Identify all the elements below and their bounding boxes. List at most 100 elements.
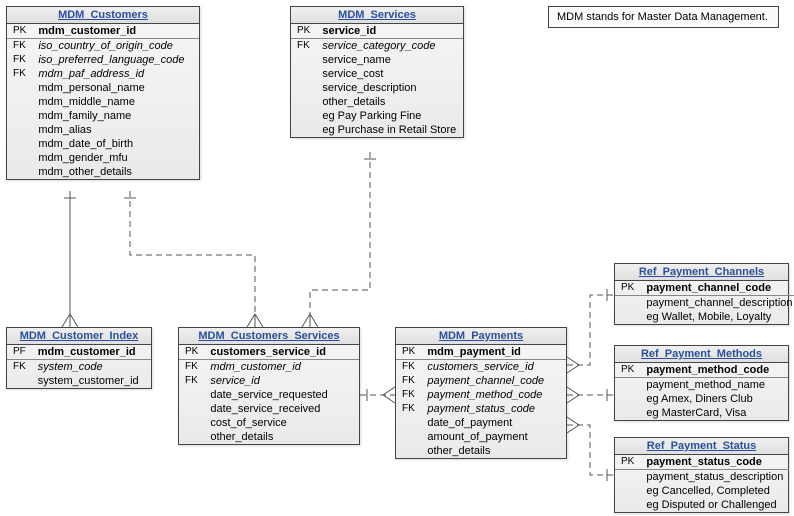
key-indicator: [615, 296, 640, 310]
column-name: other_details: [204, 430, 359, 444]
key-indicator: [291, 123, 316, 137]
key-indicator: [7, 374, 32, 388]
column-name: mdm_customer_id: [204, 360, 359, 374]
column-name: date_of_payment: [421, 416, 566, 430]
key-indicator: [396, 430, 421, 444]
entity-row: FKiso_preferred_language_code: [7, 53, 199, 67]
entity-row: PFmdm_customer_id: [7, 345, 151, 359]
entity-title: MDM_Customer_Index: [7, 328, 151, 345]
entity-row: mdm_family_name: [7, 109, 199, 123]
entity-row: PKmdm_customer_id: [7, 24, 199, 38]
key-indicator: FK: [7, 53, 32, 67]
entity-mdm-customers-services: MDM_Customers_Services PKcustomers_servi…: [178, 327, 360, 445]
entity-row: other_details: [179, 430, 359, 444]
entity-row: PKservice_id: [291, 24, 463, 38]
key-indicator: FK: [179, 360, 204, 374]
entity-row: date_service_requested: [179, 388, 359, 402]
column-name: amount_of_payment: [421, 430, 566, 444]
key-indicator: PK: [291, 24, 316, 38]
column-name: eg Disputed or Challenged: [640, 498, 789, 512]
key-indicator: [7, 137, 32, 151]
key-indicator: FK: [7, 360, 32, 374]
key-indicator: [291, 95, 316, 109]
entity-title: MDM_Customers: [7, 7, 199, 24]
entity-mdm-customers: MDM_Customers PKmdm_customer_idFKiso_cou…: [6, 6, 200, 180]
entity-body: PKcustomers_service_idFKmdm_customer_idF…: [179, 345, 359, 444]
entity-row: payment_status_description: [615, 470, 789, 484]
key-indicator: [615, 378, 640, 392]
key-indicator: FK: [291, 39, 316, 53]
key-indicator: [615, 406, 640, 420]
column-name: mdm_paf_address_id: [32, 67, 199, 81]
key-indicator: [291, 67, 316, 81]
entity-title: MDM_Services: [291, 7, 463, 24]
column-name: payment_channel_code: [421, 374, 566, 388]
entity-row: FKservice_category_code: [291, 39, 463, 53]
entity-body: PKpayment_method_codepayment_method_name…: [615, 363, 788, 420]
entity-mdm-payments: MDM_Payments PKmdm_payment_idFKcustomers…: [395, 327, 567, 459]
entity-row: other_details: [291, 95, 463, 109]
column-name: payment_channel_code: [640, 281, 794, 295]
entity-row: FKpayment_status_code: [396, 402, 566, 416]
column-name: service_id: [204, 374, 359, 388]
diagram-note: MDM stands for Master Data Management.: [548, 6, 779, 28]
key-indicator: PK: [615, 455, 640, 469]
key-indicator: FK: [396, 388, 421, 402]
column-name: customers_service_id: [204, 345, 359, 359]
entity-row: mdm_middle_name: [7, 95, 199, 109]
entity-row: mdm_date_of_birth: [7, 137, 199, 151]
entity-title: MDM_Payments: [396, 328, 566, 345]
column-name: cost_of_service: [204, 416, 359, 430]
key-indicator: FK: [396, 402, 421, 416]
entity-row: other_details: [396, 444, 566, 458]
column-name: mdm_personal_name: [32, 81, 199, 95]
entity-title: Ref_Payment_Status: [615, 438, 788, 455]
column-name: service_name: [316, 53, 463, 67]
key-indicator: [615, 498, 640, 512]
entity-row: mdm_personal_name: [7, 81, 199, 95]
column-name: eg MasterCard, Visa: [640, 406, 788, 420]
column-name: mdm_customer_id: [32, 345, 151, 359]
column-name: eg Amex, Diners Club: [640, 392, 788, 406]
key-indicator: [291, 81, 316, 95]
entity-body: PKmdm_customer_idFKiso_country_of_origin…: [7, 24, 199, 179]
entity-row: FKmdm_paf_address_id: [7, 67, 199, 81]
entity-row: PKpayment_method_code: [615, 363, 788, 377]
column-name: mdm_date_of_birth: [32, 137, 199, 151]
column-name: mdm_middle_name: [32, 95, 199, 109]
column-name: payment_status_code: [640, 455, 789, 469]
key-indicator: [396, 416, 421, 430]
column-name: service_id: [316, 24, 463, 38]
key-indicator: [179, 388, 204, 402]
key-indicator: [7, 151, 32, 165]
entity-row: system_customer_id: [7, 374, 151, 388]
key-indicator: FK: [7, 39, 32, 53]
entity-row: mdm_other_details: [7, 165, 199, 179]
key-indicator: [7, 165, 32, 179]
key-indicator: PK: [7, 24, 32, 38]
key-indicator: [615, 392, 640, 406]
entity-row: service_name: [291, 53, 463, 67]
entity-mdm-services: MDM_Services PKservice_idFKservice_categ…: [290, 6, 464, 138]
entity-row: eg Cancelled, Completed: [615, 484, 789, 498]
column-name: date_service_requested: [204, 388, 359, 402]
entity-body: PKservice_idFKservice_category_codeservi…: [291, 24, 463, 137]
entity-ref-payment-channels: Ref_Payment_Channels PKpayment_channel_c…: [614, 263, 789, 325]
entity-row: FKpayment_channel_code: [396, 374, 566, 388]
entity-row: eg Wallet, Mobile, Loyalty: [615, 310, 794, 324]
entity-body: PKpayment_channel_codepayment_channel_de…: [615, 281, 794, 324]
key-indicator: [291, 53, 316, 67]
entity-title: Ref_Payment_Methods: [615, 346, 788, 363]
entity-row: mdm_gender_mfu: [7, 151, 199, 165]
entity-row: FKsystem_code: [7, 360, 151, 374]
entity-row: date_of_payment: [396, 416, 566, 430]
key-indicator: [7, 81, 32, 95]
key-indicator: PK: [396, 345, 421, 359]
key-indicator: FK: [179, 374, 204, 388]
entity-row: eg Purchase in Retail Store: [291, 123, 463, 137]
column-name: mdm_family_name: [32, 109, 199, 123]
column-name: other_details: [421, 444, 566, 458]
entity-row: PKpayment_channel_code: [615, 281, 794, 295]
key-indicator: [179, 430, 204, 444]
entity-mdm-customer-index: MDM_Customer_Index PFmdm_customer_idFKsy…: [6, 327, 152, 389]
